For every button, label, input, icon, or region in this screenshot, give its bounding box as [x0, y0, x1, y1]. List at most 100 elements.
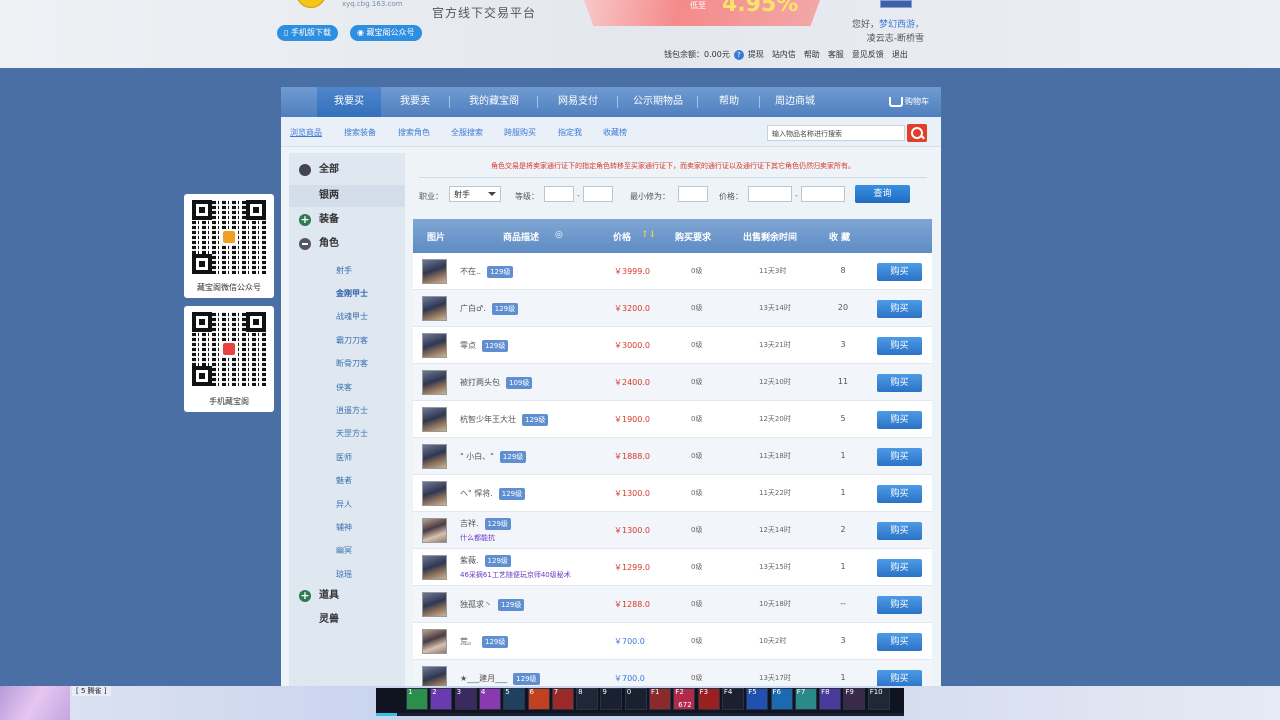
search-input[interactable]: 输入物品名称进行搜索: [767, 125, 905, 141]
character-avatar[interactable]: [422, 444, 447, 469]
role-tyrant-blade[interactable]: 霸刀刀客: [336, 335, 368, 346]
character-name[interactable]: 紫薇. 129级: [460, 555, 511, 567]
skill-slot[interactable]: F6: [770, 688, 793, 710]
skill-slot[interactable]: F7: [794, 688, 817, 710]
query-button[interactable]: 查询: [855, 185, 910, 203]
skill-slot[interactable]: 7: [551, 688, 574, 710]
buy-button[interactable]: 购买: [877, 411, 922, 429]
role-archer[interactable]: 射手: [336, 265, 352, 276]
buy-button[interactable]: 购买: [877, 522, 922, 540]
job-select[interactable]: 射手: [449, 186, 501, 202]
subnav-designated[interactable]: 指定我: [558, 127, 582, 138]
level-min-input[interactable]: [544, 186, 574, 202]
info-icon[interactable]: ◎: [555, 230, 563, 240]
level-max-input[interactable]: [583, 186, 613, 202]
subnav-favorites[interactable]: 收藏榜: [603, 127, 627, 138]
character-avatar[interactable]: [422, 629, 447, 654]
tab-sell[interactable]: 我要卖: [389, 87, 441, 117]
category-character[interactable]: 角色: [289, 233, 405, 255]
skill-slot[interactable]: 6: [527, 688, 550, 710]
skill-slot[interactable]: F9: [843, 688, 866, 710]
tab-my-account[interactable]: 我的藏宝阁: [457, 87, 531, 117]
character-avatar[interactable]: [422, 333, 447, 358]
min-power-input[interactable]: [678, 186, 708, 202]
col-price[interactable]: 价格: [613, 230, 631, 243]
skill-slot[interactable]: F2 672: [673, 688, 696, 710]
character-avatar[interactable]: [422, 407, 447, 432]
table-row[interactable]: ヘ" 悍将. 129级 ￥1300.0 0级 11天22时 1 购买: [413, 475, 932, 512]
character-avatar[interactable]: [422, 296, 447, 321]
table-row[interactable]: 零点 129级 ￥3000.0 0级 13天21时 3 购买: [413, 327, 932, 364]
skill-slot[interactable]: 0: [624, 688, 647, 710]
table-row[interactable]: 荒。 129级 ￥700.0 0级 10天2时 3 购买: [413, 623, 932, 660]
character-name[interactable]: ★___建月___ 129级: [460, 673, 540, 685]
subnav-browse[interactable]: 浏览商品: [290, 127, 322, 138]
table-row[interactable]: " 小白、" 129级 ￥1888.0 0级 11天18时 1 购买: [413, 438, 932, 475]
subnav-all-server[interactable]: 全服搜索: [451, 127, 483, 138]
taskbar-thumbnail[interactable]: [0, 686, 70, 720]
logout-link[interactable]: 退出: [892, 50, 908, 59]
tab-buy[interactable]: 我要买: [317, 87, 381, 117]
skill-slot[interactable]: F4: [721, 688, 744, 710]
role-war-soul[interactable]: 战魂甲士: [336, 311, 368, 322]
skill-slot[interactable]: 1: [406, 688, 428, 710]
role-tiangang[interactable]: 天罡方士: [336, 428, 368, 439]
role-swordsman[interactable]: 侠客: [336, 382, 352, 393]
tab-help[interactable]: 帮助: [705, 87, 753, 117]
skill-slot[interactable]: 3: [454, 688, 477, 710]
subnav-search-role[interactable]: 搜索角色: [398, 127, 430, 138]
character-name[interactable]: 吉祥. 129级: [460, 518, 511, 530]
skill-slot[interactable]: F10: [867, 688, 890, 710]
subnav-cross-server[interactable]: 跨服购买: [504, 127, 536, 138]
character-avatar[interactable]: [422, 666, 447, 687]
role-charmer[interactable]: 魅者: [336, 475, 352, 486]
tab-publicity[interactable]: 公示期物品: [625, 87, 691, 117]
buy-button[interactable]: 购买: [877, 337, 922, 355]
skill-slot[interactable]: 4: [478, 688, 501, 710]
cart-link[interactable]: 购物车: [889, 96, 929, 107]
mobile-download-button[interactable]: ▯ 手机版下载: [277, 25, 338, 41]
withdraw-link[interactable]: 提现: [748, 50, 764, 59]
buy-button[interactable]: 购买: [877, 670, 922, 687]
skill-slot[interactable]: 8: [576, 688, 599, 710]
character-name[interactable]: 零点 129级: [460, 340, 509, 352]
buy-button[interactable]: 购买: [877, 263, 922, 281]
character-avatar[interactable]: [422, 259, 447, 284]
buy-button[interactable]: 购买: [877, 633, 922, 651]
tab-mall[interactable]: 周边商城: [767, 87, 823, 117]
greeting-link[interactable]: 梦幻西游，: [879, 20, 924, 30]
skill-slot[interactable]: 2: [430, 688, 453, 710]
character-name[interactable]: 独孤求丶 129级: [460, 599, 525, 611]
col-remaining-time[interactable]: 出售剩余时间: [743, 230, 797, 243]
col-favorites[interactable]: 收 藏: [829, 230, 850, 243]
character-avatar[interactable]: [422, 370, 447, 395]
tab-netease-pay[interactable]: 网易支付: [545, 87, 611, 117]
skill-slot[interactable]: F5: [746, 688, 769, 710]
buy-button[interactable]: 购买: [877, 448, 922, 466]
skill-slot[interactable]: 5: [503, 688, 526, 710]
buy-button[interactable]: 购买: [877, 596, 922, 614]
table-row[interactable]: 独孤求丶 129级 ￥1288.0 0级 10天18时 -- 购买: [413, 586, 932, 623]
character-avatar[interactable]: [422, 592, 447, 617]
character-name[interactable]: ヘ" 悍将. 129级: [460, 488, 526, 500]
character-name[interactable]: 杭智少年王大壮 129级: [460, 414, 549, 426]
character-avatar[interactable]: [422, 555, 447, 580]
buy-button[interactable]: 购买: [877, 374, 922, 392]
user-name[interactable]: 凌云志-断桥雪: [867, 31, 924, 44]
character-name[interactable]: 广白♂. 129级: [460, 303, 519, 315]
search-icon[interactable]: [907, 124, 927, 142]
help-link[interactable]: 帮助: [804, 50, 820, 59]
skill-slot[interactable]: F3: [697, 688, 720, 710]
feedback-link[interactable]: 意见反馈: [852, 50, 884, 59]
buy-button[interactable]: 购买: [877, 485, 922, 503]
price-max-input[interactable]: [801, 186, 845, 202]
table-row[interactable]: 被打两头包 109级 ￥2400.0 0级 12天10时 11 购买: [413, 364, 932, 401]
table-row[interactable]: 不在.. 129级 ￥3999.0 0级 11天3时 8 购买: [413, 253, 932, 290]
role-nether[interactable]: 幽冥: [336, 545, 352, 556]
corner-banner[interactable]: [880, 0, 912, 8]
character-name[interactable]: 荒。 129级: [460, 636, 509, 648]
buy-button[interactable]: 购买: [877, 300, 922, 318]
role-healer[interactable]: 医师: [336, 452, 352, 463]
category-items[interactable]: 道具: [289, 585, 405, 607]
table-row[interactable]: 紫薇. 129级 46采摘61工艺随便玩京师40级秘术 ￥1299.0 0级 13天15时…: [413, 549, 932, 586]
